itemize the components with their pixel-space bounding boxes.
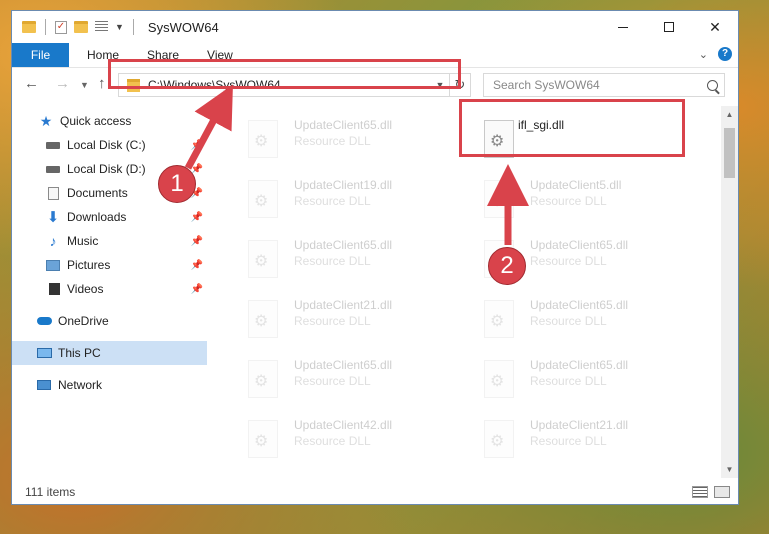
- step-1-badge: 1: [158, 165, 196, 203]
- step-2-badge: 2: [488, 247, 526, 285]
- annotation-arrows: [184, 84, 529, 245]
- arrow-step-1: [184, 84, 233, 170]
